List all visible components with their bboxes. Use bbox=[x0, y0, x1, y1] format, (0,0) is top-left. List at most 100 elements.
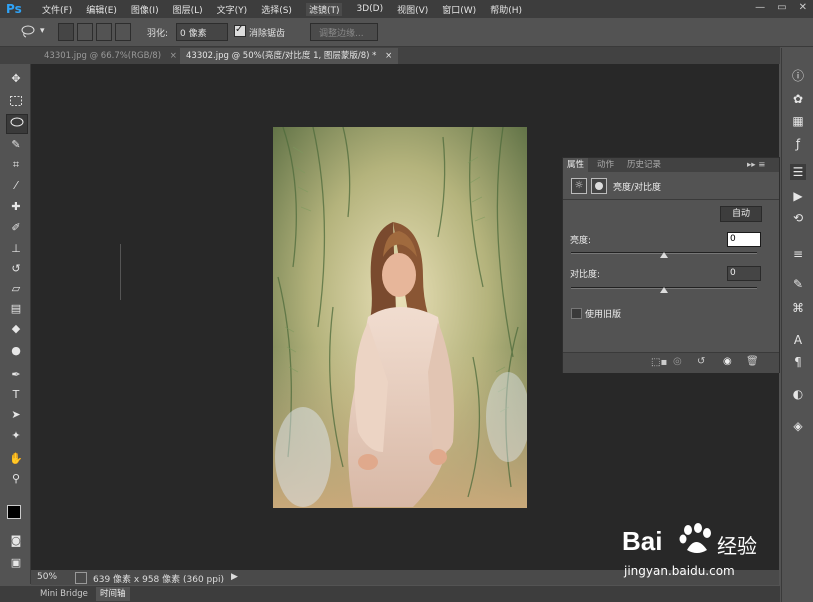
history-brush-tool-icon[interactable]: ↺ bbox=[9, 262, 23, 276]
antialias-label: 消除锯齿 bbox=[249, 29, 286, 39]
legacy-checkbox[interactable] bbox=[571, 308, 582, 319]
blur-tool-icon[interactable]: ◆ bbox=[9, 322, 23, 336]
panel-dock: ⓘ ✿ ▦ ƒ ☰ ▶ ⟲ ≡ ✎ ⌘ A ¶ ◐ ◈ bbox=[781, 48, 813, 602]
new-selection-button[interactable] bbox=[58, 23, 74, 41]
menu-help[interactable]: 帮助(H) bbox=[490, 3, 522, 16]
menu-layer[interactable]: 图层(L) bbox=[173, 3, 203, 16]
character-icon[interactable]: A bbox=[790, 332, 806, 348]
photoshop-logo: Ps bbox=[6, 2, 22, 16]
legacy-label: 使用旧版 bbox=[585, 310, 622, 320]
minimize-button[interactable]: — bbox=[755, 2, 765, 13]
panel-footer: ⬚▪ ◎ ↺ ◉ 🗑 bbox=[563, 352, 779, 373]
status-menu-arrow-icon[interactable]: ▶ bbox=[231, 572, 238, 582]
layers-icon[interactable]: ◈ bbox=[790, 418, 806, 434]
panel-divider bbox=[563, 199, 779, 200]
styles-icon[interactable]: ƒ bbox=[790, 136, 806, 152]
antialias-checkbox[interactable]: ✓ bbox=[234, 24, 246, 37]
marquee-tool-icon[interactable] bbox=[9, 94, 23, 108]
menu-filter[interactable]: 滤镜(T) bbox=[305, 2, 343, 16]
watermark-url: jingyan.baidu.com bbox=[624, 564, 735, 578]
move-tool-icon[interactable]: ✥ bbox=[9, 72, 23, 86]
paths-icon[interactable]: ⌘ bbox=[790, 300, 806, 316]
quick-selection-tool-icon[interactable]: ✎ bbox=[9, 138, 23, 152]
add-selection-button[interactable] bbox=[77, 23, 93, 41]
brush-presets-icon[interactable]: ✎ bbox=[790, 276, 806, 292]
screen-mode-icon[interactable]: ▣ bbox=[9, 556, 23, 570]
properties-icon[interactable]: ☰ bbox=[790, 164, 806, 180]
panel-menu-icon[interactable]: ▸▸ ≡ bbox=[743, 158, 769, 172]
view-previous-icon[interactable]: ◎ bbox=[673, 356, 682, 367]
color-icon[interactable]: ✿ bbox=[790, 91, 806, 107]
delete-icon[interactable]: 🗑 bbox=[746, 356, 759, 367]
refine-edge-button[interactable]: 调整边缘... bbox=[310, 23, 378, 41]
gradient-tool-icon[interactable]: ▤ bbox=[9, 302, 23, 316]
document-image[interactable] bbox=[273, 127, 527, 508]
brightness-slider-thumb[interactable] bbox=[660, 252, 668, 258]
clone-stamp-tool-icon[interactable]: ⊥ bbox=[9, 242, 23, 256]
mask-icon[interactable] bbox=[591, 178, 607, 194]
brush-tool-icon[interactable]: ✐ bbox=[9, 221, 23, 235]
clip-to-layer-icon[interactable]: ⬚▪ bbox=[651, 357, 667, 368]
pen-tool-icon[interactable]: ✒ bbox=[9, 368, 23, 382]
tab-close-icon[interactable]: × bbox=[170, 51, 177, 61]
brightness-input[interactable]: 0 bbox=[727, 232, 761, 247]
contrast-slider-thumb[interactable] bbox=[660, 287, 668, 293]
tab-close-icon[interactable]: × bbox=[385, 51, 392, 61]
menu-view[interactable]: 视图(V) bbox=[397, 3, 428, 16]
intersect-selection-button[interactable] bbox=[115, 23, 131, 41]
crop-tool-icon[interactable]: ⌗ bbox=[9, 158, 23, 172]
properties-panel: 属性 动作 历史记录 ▸▸ ≡ ☼ 亮度/对比度 自动 亮度: 0 对比度: 0… bbox=[562, 157, 780, 373]
path-selection-tool-icon[interactable]: ➤ bbox=[9, 408, 23, 422]
eraser-tool-icon[interactable]: ▱ bbox=[9, 282, 23, 296]
close-button[interactable]: ✕ bbox=[799, 2, 807, 13]
preset-dropdown-icon[interactable]: ▾ bbox=[40, 26, 45, 36]
bottom-panel-tabs: Mini Bridge 时间轴 bbox=[0, 586, 780, 602]
panel-tab-bar: 属性 动作 历史记录 ▸▸ ≡ bbox=[563, 158, 779, 172]
actions-icon[interactable]: ▶ bbox=[790, 188, 806, 204]
hand-tool-icon[interactable]: ✋ bbox=[9, 452, 23, 466]
swatches-icon[interactable]: ▦ bbox=[790, 113, 806, 129]
quick-mask-icon[interactable]: ◙ bbox=[9, 534, 23, 548]
tab-properties[interactable]: 属性 bbox=[563, 158, 589, 172]
dodge-tool-icon[interactable]: ● bbox=[9, 344, 23, 358]
subtract-selection-button[interactable] bbox=[96, 23, 112, 41]
contrast-input[interactable]: 0 bbox=[727, 266, 761, 281]
menu-file[interactable]: 文件(F) bbox=[42, 3, 72, 16]
healing-brush-tool-icon[interactable]: ✚ bbox=[9, 200, 23, 214]
menu-3d[interactable]: 3D(D) bbox=[356, 4, 383, 14]
paragraph-icon[interactable]: ¶ bbox=[790, 354, 806, 370]
eyedropper-tool-icon[interactable]: ⁄ bbox=[9, 179, 23, 193]
document-info: 639 像素 x 958 像素 (360 ppi) bbox=[93, 575, 224, 585]
tab-timeline[interactable]: 时间轴 bbox=[96, 587, 130, 601]
type-tool-icon[interactable]: T bbox=[9, 388, 23, 402]
tab-history[interactable]: 历史记录 bbox=[623, 158, 665, 172]
restore-button[interactable]: ▭ bbox=[777, 2, 786, 13]
feather-label: 羽化: bbox=[147, 29, 169, 39]
zoom-level[interactable]: 50% bbox=[37, 572, 57, 582]
shape-tool-icon[interactable]: ✦ bbox=[9, 429, 23, 443]
menu-edit[interactable]: 编辑(E) bbox=[86, 3, 117, 16]
status-info-icon[interactable] bbox=[75, 572, 87, 584]
menu-window[interactable]: 窗口(W) bbox=[442, 3, 476, 16]
zoom-tool-icon[interactable]: ⚲ bbox=[9, 472, 23, 486]
tab-43301[interactable]: 43301.jpg @ 66.7%(RGB/8) × bbox=[38, 48, 183, 64]
tab-43302[interactable]: 43302.jpg @ 50%(亮度/对比度 1, 图层蒙版/8) * × bbox=[180, 48, 399, 64]
tab-actions[interactable]: 动作 bbox=[593, 158, 618, 172]
tab-mini-bridge[interactable]: Mini Bridge bbox=[36, 587, 92, 601]
menu-image[interactable]: 图像(I) bbox=[131, 3, 159, 16]
lasso-tool-icon[interactable] bbox=[6, 114, 28, 134]
options-bar: ▾ 羽化: 0 像素 ✓ 消除锯齿 调整边缘... bbox=[0, 18, 813, 47]
visibility-icon[interactable]: ◉ bbox=[723, 356, 732, 367]
lasso-preset-icon[interactable] bbox=[20, 24, 36, 38]
menu-select[interactable]: 选择(S) bbox=[261, 3, 292, 16]
history-icon[interactable]: ⟲ bbox=[790, 210, 806, 226]
info-icon[interactable]: ⓘ bbox=[790, 68, 806, 84]
auto-button[interactable]: 自动 bbox=[720, 206, 762, 222]
paw-icon bbox=[679, 523, 711, 553]
navigator-icon[interactable]: ◐ bbox=[790, 386, 806, 402]
menu-type[interactable]: 文字(Y) bbox=[217, 3, 248, 16]
foreground-color-swatch[interactable] bbox=[7, 505, 21, 519]
adjustments-icon[interactable]: ≡ bbox=[790, 246, 806, 262]
reset-icon[interactable]: ↺ bbox=[697, 356, 705, 367]
feather-input[interactable]: 0 像素 bbox=[176, 23, 228, 41]
